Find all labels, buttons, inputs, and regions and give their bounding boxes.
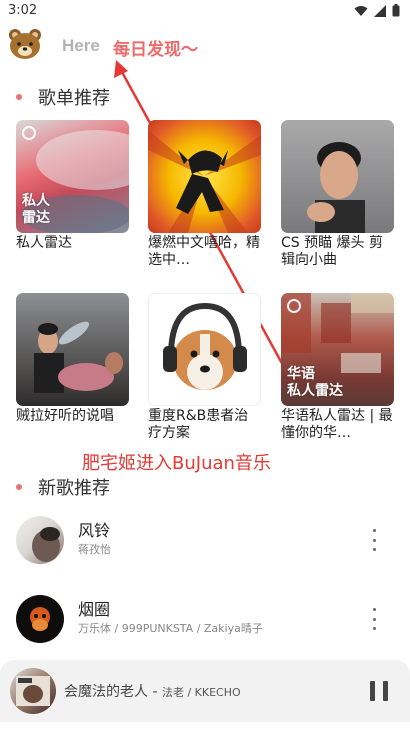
radar-logo-icon bbox=[287, 299, 301, 313]
playlist-cover bbox=[148, 120, 261, 233]
player-track-info: 会魔法的老人 - 法老 / KKECHO bbox=[64, 681, 241, 701]
pause-button[interactable] bbox=[370, 681, 388, 701]
more-options-button[interactable] bbox=[364, 529, 384, 551]
playlist-cover bbox=[16, 293, 129, 406]
playlist-section-title: 歌单推荐 bbox=[16, 84, 110, 110]
playlist-label: 爆燃中文嘻哈，精选中… bbox=[148, 235, 260, 268]
cover-text: 华语 私人雷达 bbox=[287, 366, 343, 399]
annotation-text: 肥宅姬进入BuJuan音乐 bbox=[82, 453, 271, 474]
song-title: 烟圈 bbox=[78, 600, 111, 619]
playlist-cover bbox=[148, 293, 261, 406]
song-row[interactable]: 风铃 蒋孜怡 bbox=[0, 511, 410, 569]
song-artist: 万乐体 / 999PUNKSTA / Zakiya晴子 bbox=[78, 622, 263, 635]
playlist-card[interactable]: 贼拉好听的说唱 bbox=[16, 293, 129, 425]
radar-logo-icon bbox=[22, 126, 36, 140]
playlist-card[interactable]: CS 预瞄 爆头 剪辑向小曲 bbox=[281, 120, 394, 269]
dog-headphones-art bbox=[163, 302, 247, 390]
song-art-graphic bbox=[30, 607, 50, 631]
playlist-card[interactable]: 爆燃中文嘻哈，精选中… bbox=[148, 120, 261, 269]
playlist-label: CS 预瞄 爆头 剪辑向小曲 bbox=[281, 235, 384, 268]
playlist-card[interactable]: 私人 雷达 私人雷达 bbox=[16, 120, 129, 252]
song-title: 风铃 bbox=[78, 521, 111, 540]
playlist-label: 重度R&B患者治疗方案 bbox=[148, 408, 249, 441]
song-artist: 蒋孜怡 bbox=[78, 543, 111, 556]
section-title-text: 新歌推荐 bbox=[38, 478, 110, 499]
playlist-card[interactable]: 华语 私人雷达 华语私人雷达 | 最懂你的华… bbox=[281, 293, 394, 442]
section-title-text: 歌单推荐 bbox=[38, 88, 110, 109]
person-photo bbox=[307, 142, 365, 233]
playlist-label: 贼拉好听的说唱 bbox=[16, 408, 114, 424]
new-songs-section-title: 新歌推荐 bbox=[16, 474, 110, 500]
hiphop-art bbox=[148, 130, 261, 233]
song-art bbox=[16, 595, 64, 643]
playlist-cover: 华语 私人雷达 bbox=[281, 293, 394, 406]
playlist-card[interactable]: 重度R&B患者治疗方案 bbox=[148, 293, 261, 442]
player-track-title: 会魔法的老人 bbox=[64, 684, 148, 700]
playlist-label: 私人雷达 bbox=[16, 235, 72, 251]
playlist-cover bbox=[281, 120, 394, 233]
song-row[interactable]: 烟圈 万乐体 / 999PUNKSTA / Zakiya晴子 bbox=[0, 590, 410, 648]
player-track-artist: 法老 / KKECHO bbox=[161, 686, 241, 699]
playlist-cover: 私人 雷达 bbox=[16, 120, 129, 233]
more-options-button[interactable] bbox=[364, 608, 384, 630]
section-dot bbox=[16, 484, 22, 490]
group-photo bbox=[34, 321, 123, 393]
song-art-graphic bbox=[32, 527, 60, 562]
playlist-label: 华语私人雷达 | 最懂你的华… bbox=[281, 408, 393, 441]
cover-text: 私人 雷达 bbox=[22, 193, 50, 226]
player-album-art bbox=[10, 668, 56, 714]
mini-player[interactable]: 会魔法的老人 - 法老 / KKECHO bbox=[0, 660, 410, 722]
player-art-graphic bbox=[16, 676, 50, 706]
player-separator: - bbox=[148, 684, 162, 700]
section-dot bbox=[16, 94, 22, 100]
song-art bbox=[16, 516, 64, 564]
